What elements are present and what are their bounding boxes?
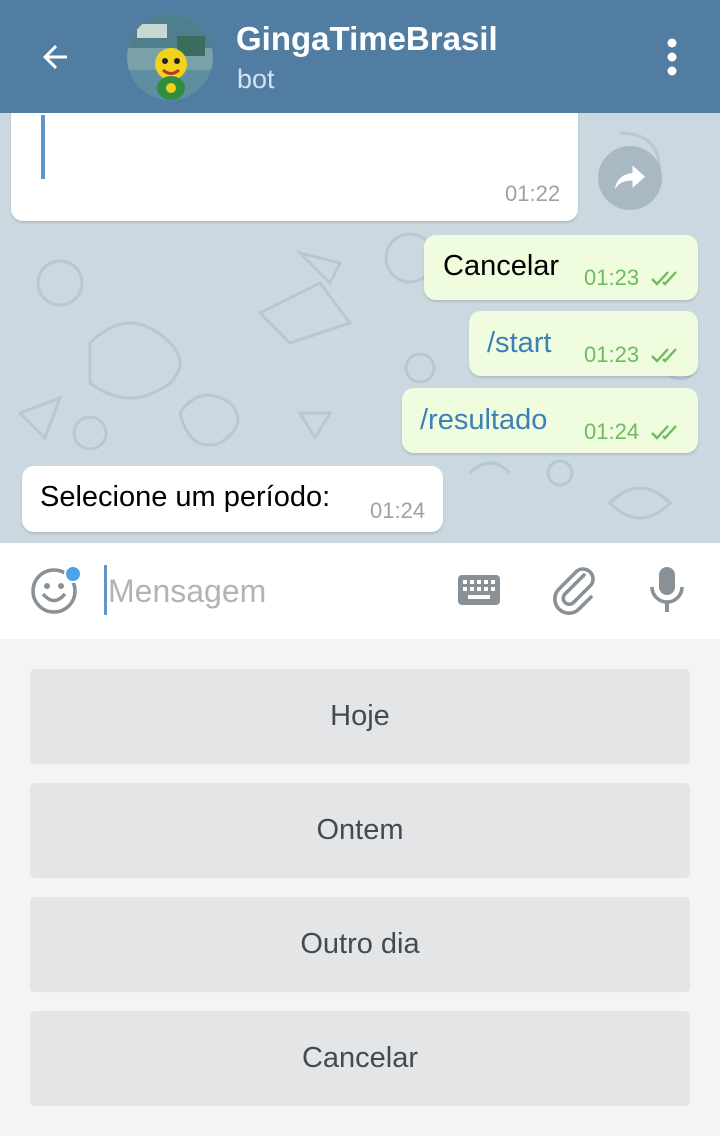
message-text: Cancelar (443, 250, 560, 282)
share-icon (615, 165, 645, 190)
paperclip-icon (553, 567, 595, 615)
chat-title[interactable]: GingaTimeBrasil (236, 20, 498, 58)
reply-button-cancelar[interactable]: Cancelar (30, 1011, 690, 1105)
message-time: 01:23 (584, 342, 640, 367)
reply-button-ontem[interactable]: Ontem (30, 783, 690, 877)
message-time: 01:24 (584, 419, 640, 444)
message-bubble-incoming[interactable]: 01:22 (11, 113, 578, 221)
microphone-icon (650, 567, 684, 612)
reply-button-hoje[interactable]: Hoje (30, 669, 690, 763)
arrow-left-icon (43, 45, 67, 69)
message-command-link[interactable]: /resultado (420, 404, 547, 437)
double-check-icon (651, 271, 677, 286)
keyboard-icon (458, 575, 500, 605)
notification-dot (64, 565, 82, 583)
text-caret (104, 565, 107, 615)
more-vertical-icon (667, 38, 677, 76)
message-time: 01:24 (370, 498, 426, 523)
double-check-icon (651, 348, 677, 363)
message-time: 01:23 (584, 265, 640, 290)
reply-keyboard: Hoje Ontem Outro dia Cancelar (0, 639, 720, 1136)
message-bubble-outgoing[interactable]: /resultado 01:24 (402, 388, 698, 453)
voice-record-button[interactable] (648, 565, 686, 620)
quote-bar (41, 115, 45, 179)
chat-header: GingaTimeBrasil bot (0, 0, 720, 113)
reply-button-outro-dia[interactable]: Outro dia (30, 897, 690, 991)
more-menu-button[interactable] (650, 32, 694, 82)
share-button[interactable] (598, 146, 662, 210)
chat-subtitle: bot (237, 64, 275, 94)
message-command-link[interactable]: /start (487, 327, 551, 360)
keyboard-toggle-button[interactable] (458, 575, 500, 610)
message-text: Selecione um período: (40, 481, 331, 513)
double-check-icon (651, 425, 677, 440)
message-bubble-incoming[interactable]: Selecione um período: 01:24 (22, 466, 443, 532)
message-input[interactable] (108, 565, 428, 617)
message-composer (0, 543, 720, 639)
chat-area[interactable]: 01:22 Cancelar 01:23 /start 01:23 /resul… (0, 113, 720, 543)
message-bubble-outgoing[interactable]: /start 01:23 (469, 311, 698, 376)
attach-button[interactable] (551, 565, 597, 620)
bot-avatar[interactable] (127, 14, 213, 100)
message-bubble-outgoing[interactable]: Cancelar 01:23 (424, 235, 698, 300)
message-time: 01:22 (505, 181, 561, 206)
back-button[interactable] (30, 32, 80, 82)
